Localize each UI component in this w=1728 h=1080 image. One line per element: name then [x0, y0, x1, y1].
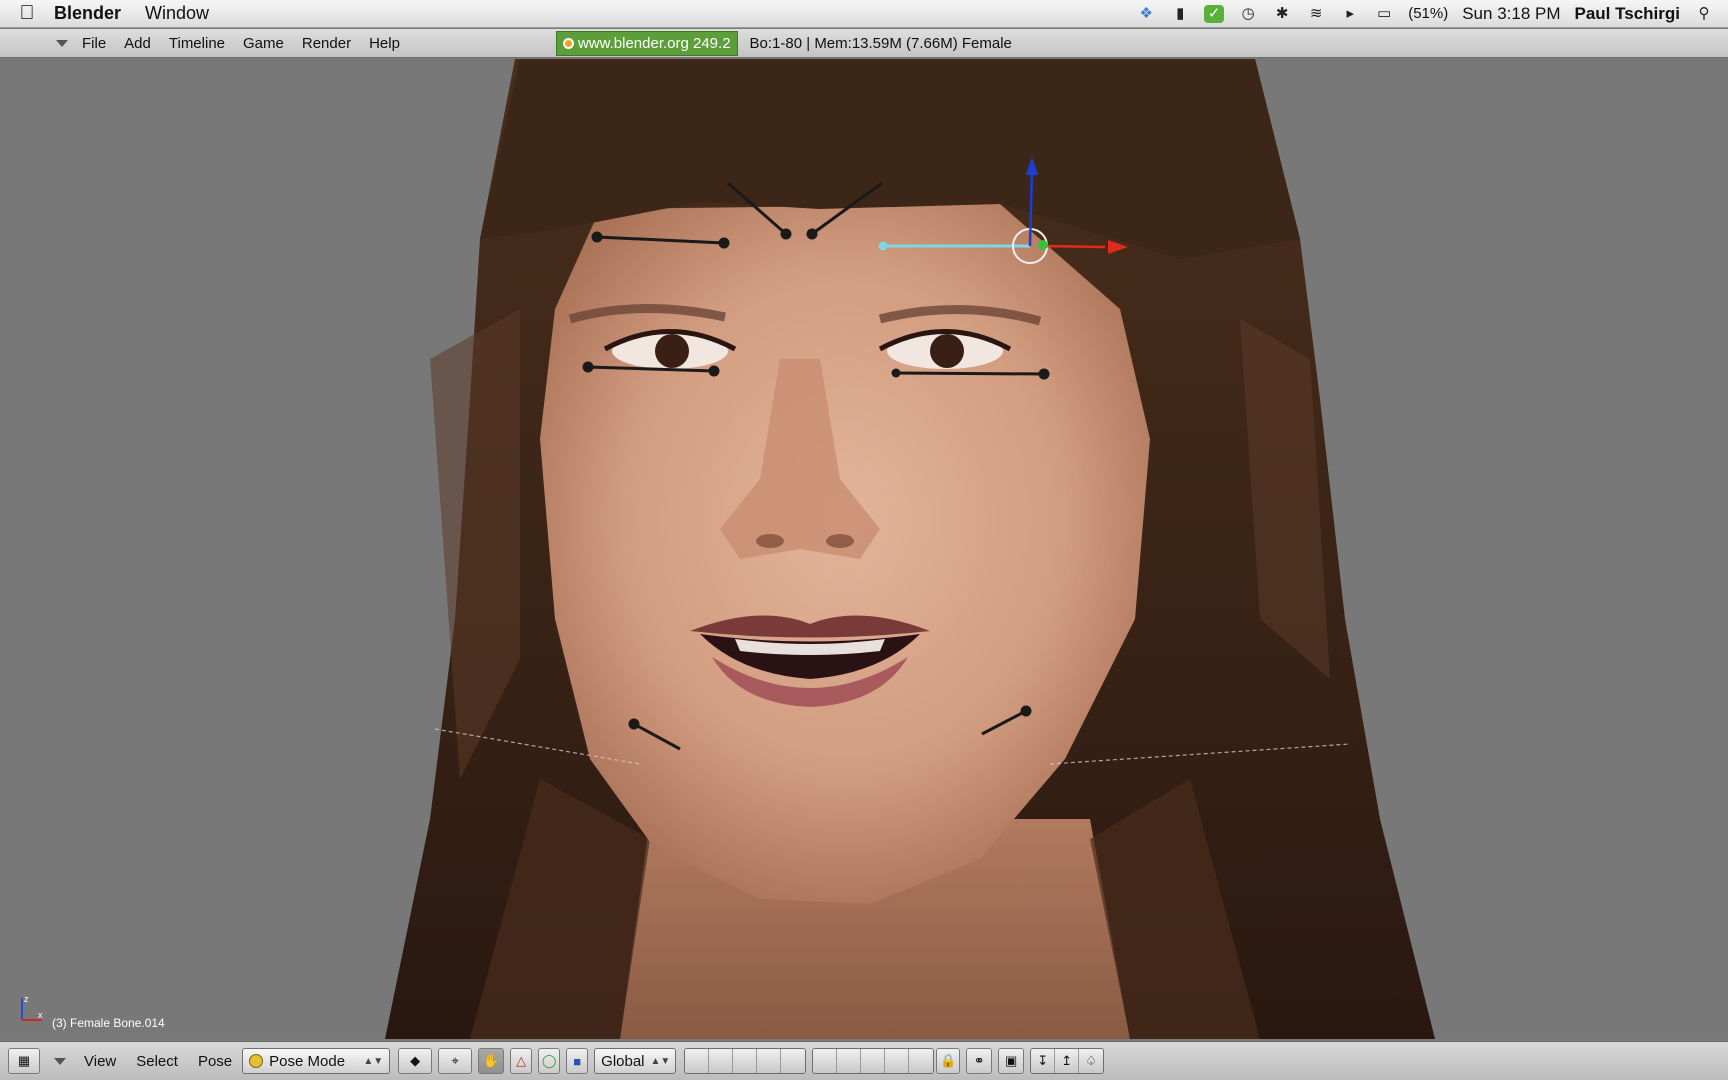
3d-viewport[interactable]: z x (3) Female Bone.014 — [0, 59, 1728, 1039]
render-preview-icon[interactable]: ▣ — [998, 1048, 1025, 1074]
face-mesh-render[interactable] — [0, 59, 1728, 1039]
scale-manipulator-icon[interactable]: ■ — [566, 1048, 589, 1074]
menu-game[interactable]: Game — [243, 35, 284, 52]
user-name[interactable]: Paul Tschirgi — [1575, 4, 1681, 24]
active-object-label: (3) Female Bone.014 — [52, 1016, 165, 1030]
battery-percent[interactable]: (51%) — [1408, 5, 1448, 22]
menu-view[interactable]: View — [84, 1053, 116, 1070]
pivot-select[interactable]: ⌖ — [438, 1048, 473, 1074]
rotate-manipulator-icon[interactable]: ◯ — [538, 1048, 561, 1074]
axis-z-label: z — [24, 994, 29, 1004]
status-area: ❖ ▮ ✓ ◷ ✱ ≋ ▸ ▭ (51%) Sun 3:18 PM Paul T… — [1136, 4, 1728, 24]
menu-add[interactable]: Add — [124, 35, 151, 52]
volume-icon[interactable]: ▸ — [1340, 5, 1360, 23]
orientation-select[interactable]: Global ▲▼ — [594, 1048, 677, 1074]
menu-help[interactable]: Help — [369, 35, 400, 52]
orientation-select-value: Global — [601, 1052, 645, 1070]
mac-menu-bar:  Blender Window ❖ ▮ ✓ ◷ ✱ ≋ ▸ ▭ (51%) S… — [0, 0, 1728, 28]
select-arrows-icon: ▲▼ — [363, 1055, 384, 1067]
time-machine-icon[interactable]: ◷ — [1238, 5, 1258, 23]
blender-info-header: File Add Timeline Game Render Help www.b… — [0, 29, 1728, 58]
evernote-icon[interactable]: ✓ — [1204, 4, 1225, 23]
paste-pose-icon[interactable]: ↥ — [1055, 1049, 1080, 1073]
layer-buttons-group-2[interactable] — [812, 1048, 935, 1074]
menu-pose[interactable]: Pose — [198, 1053, 232, 1070]
axis-x-label: x — [38, 1010, 43, 1020]
view-axis-icon: z x — [21, 994, 43, 1021]
mode-select-value: Pose Mode — [269, 1052, 346, 1070]
wifi-icon[interactable]: ≋ — [1306, 5, 1326, 23]
battery-icon[interactable]: ▭ — [1374, 5, 1394, 23]
onion-skin-icon[interactable]: ⚭ — [966, 1048, 993, 1074]
header-collapse-icon[interactable] — [56, 39, 68, 47]
editor-type-icon[interactable]: ▦ — [8, 1048, 40, 1074]
header-collapse-icon[interactable] — [54, 1057, 66, 1065]
apple-menu-icon[interactable]:  — [0, 2, 54, 25]
menu-render[interactable]: Render — [302, 35, 351, 52]
clock[interactable]: Sun 3:18 PM — [1462, 4, 1560, 24]
copy-pose-icon[interactable]: ↧ — [1031, 1049, 1056, 1073]
keyframe-buttons-group[interactable]: ↧ ↥ ♤ — [1030, 1048, 1105, 1074]
3d-view-header: ▦ View Select Pose Pose Mode ▲▼ ◆ ⌖ ✋ △ … — [0, 1041, 1728, 1080]
window-menu[interactable]: Window — [145, 3, 209, 24]
scene-stats: Bo:1-80 | Mem:13.59M (7.66M) Female — [749, 34, 1012, 52]
menu-select[interactable]: Select — [136, 1053, 178, 1070]
layer-buttons-group-1[interactable] — [684, 1048, 807, 1074]
blender-logo-icon — [562, 37, 574, 49]
app-menu[interactable]: Blender — [54, 3, 121, 24]
spotlight-search-icon[interactable]: ⚲ — [1694, 5, 1714, 23]
dropbox-icon[interactable]: ❖ — [1136, 5, 1156, 23]
paste-flipped-pose-icon[interactable]: ♤ — [1079, 1049, 1104, 1073]
menu-timeline[interactable]: Timeline — [169, 35, 225, 52]
pose-mode-icon — [249, 1054, 264, 1068]
lock-layers-icon[interactable]: 🔒 — [936, 1048, 961, 1074]
phone-icon[interactable]: ▮ — [1170, 5, 1190, 23]
mode-select[interactable]: Pose Mode ▲▼ — [242, 1048, 391, 1074]
blender-url-badge[interactable]: www.blender.org 249.2 — [555, 30, 738, 56]
translate-manipulator-icon[interactable]: △ — [510, 1048, 533, 1074]
manipulator-toggle[interactable]: ✋ — [478, 1048, 505, 1074]
menu-file[interactable]: File — [82, 35, 106, 52]
url-text: www.blender.org 249.2 — [577, 34, 731, 52]
draw-type-select[interactable]: ◆ — [398, 1048, 433, 1074]
bluetooth-icon[interactable]: ✱ — [1272, 5, 1292, 23]
select-arrows-icon: ▲▼ — [650, 1055, 671, 1067]
